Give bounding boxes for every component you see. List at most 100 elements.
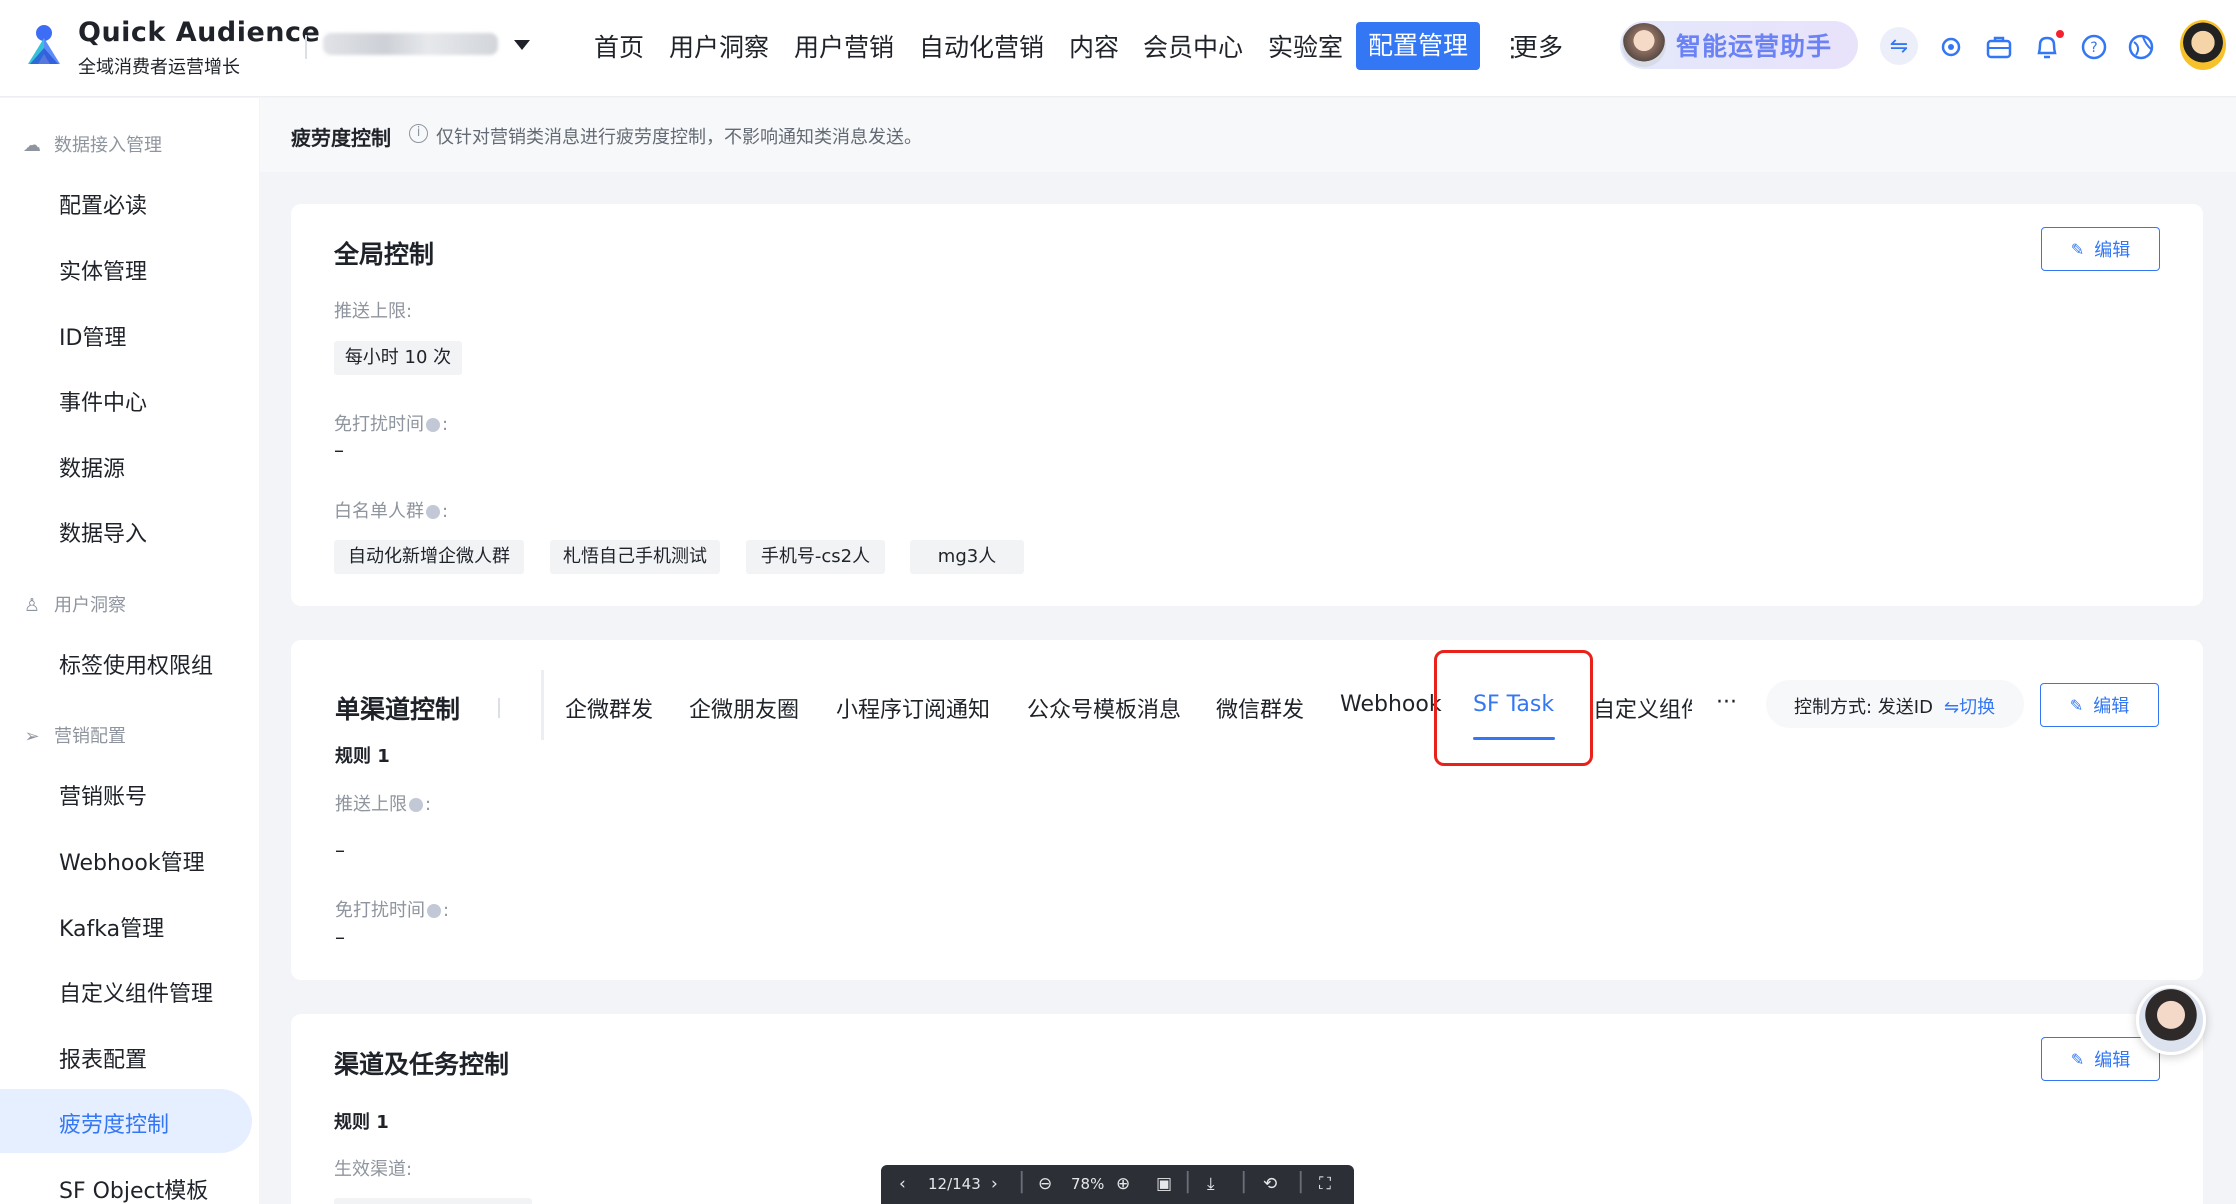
download-icon[interactable]: ⤓ xyxy=(1207,1174,1215,1194)
screenshot-icon[interactable]: ⛶ xyxy=(1319,1174,1331,1194)
sidebar-item-tag-permission[interactable]: 标签使用权限组 xyxy=(59,648,213,680)
tab-miniprogram-notice[interactable]: 小程序订阅通知 xyxy=(836,692,990,724)
nav-automation-marketing[interactable]: 自动化营销 xyxy=(919,30,1044,66)
push-limit-label: 推送上限: xyxy=(334,301,413,322)
sidebar-item-kafka[interactable]: Kafka管理 xyxy=(59,911,164,943)
info-icon xyxy=(427,904,441,918)
nav-user-marketing[interactable]: 用户营销 xyxy=(794,30,894,66)
info-icon xyxy=(409,798,423,812)
sidebar-item-id[interactable]: ID管理 xyxy=(59,320,126,352)
single-channel-title: 单渠道控制 xyxy=(335,695,461,724)
push-limit-label: 推送上限: xyxy=(335,794,432,815)
assistant-avatar xyxy=(1622,23,1666,67)
dnd-label: 免打扰时间: xyxy=(334,414,449,435)
prev-page-icon[interactable]: ‹ xyxy=(899,1174,906,1194)
send-icon: ➢ xyxy=(24,726,40,747)
globe-icon[interactable] xyxy=(2125,31,2157,63)
switch-label: 切换 xyxy=(1959,697,1996,718)
highlight-annotation-box xyxy=(1434,650,1593,766)
ai-assistant-label: 智能运营助手 xyxy=(1676,32,1833,61)
page-title: 疲劳度控制 xyxy=(291,126,391,150)
fit-page-icon[interactable]: ▣ xyxy=(1156,1174,1172,1194)
user-avatar[interactable] xyxy=(2180,20,2226,70)
sidebar-item-events[interactable]: 事件中心 xyxy=(59,385,147,417)
tab-custom-component[interactable]: 自定义组件 xyxy=(1593,692,1692,724)
pdf-viewer-toolbar: ‹ 12/143 › | ⊖ 78% ⊕ ▣ | ⤓ | ⟲ | ⛶ xyxy=(881,1165,1354,1204)
switch-icon[interactable]: ⇋ xyxy=(1883,31,1915,63)
whitelist-tag: 札悟自己手机测试 xyxy=(550,540,720,574)
nav-member-center[interactable]: 会员中心 xyxy=(1143,30,1243,66)
push-limit-value: – xyxy=(335,838,345,862)
settings-icon[interactable] xyxy=(1935,31,1967,63)
sidebar-item-config-guide[interactable]: 配置必读 xyxy=(59,188,147,220)
toolbar-divider: | xyxy=(1184,1169,1192,1194)
rule-title: 规则 1 xyxy=(335,746,390,767)
toolbar-divider: | xyxy=(1018,1169,1026,1194)
push-limit-tag: 每小时 10 次 xyxy=(334,341,462,375)
sidebar-item-entity[interactable]: 实体管理 xyxy=(59,254,147,286)
channel-task-title: 渠道及任务控制 xyxy=(334,1050,510,1079)
sidebar-group-label: 用户洞察 xyxy=(54,595,126,616)
next-page-icon[interactable]: › xyxy=(991,1174,998,1194)
sidebar-group-label: 营销配置 xyxy=(54,726,126,747)
dnd-value: – xyxy=(334,438,344,462)
whitelist-label: 白名单人群: xyxy=(334,501,449,522)
sidebar-group-user-insight: ♙ 用户洞察 xyxy=(22,591,126,617)
info-icon xyxy=(426,505,440,519)
tab-wecom-moments[interactable]: 企微朋友圈 xyxy=(689,692,799,724)
quick-audience-logo-icon[interactable] xyxy=(20,24,68,70)
zoom-out-icon[interactable]: ⊖ xyxy=(1038,1174,1052,1194)
effective-channel-label: 生效渠道: xyxy=(334,1159,413,1180)
tabs-divider xyxy=(541,670,544,740)
nav-user-insight[interactable]: 用户洞察 xyxy=(669,30,769,66)
tab-webhook[interactable]: Webhook xyxy=(1340,692,1442,717)
global-edit-button[interactable]: ✎ 编辑 xyxy=(2041,227,2160,271)
nav-more[interactable]: 更多 xyxy=(1513,30,1563,66)
nav-content[interactable]: 内容 xyxy=(1069,30,1119,66)
channel-edit-button[interactable]: ✎ 编辑 xyxy=(2040,683,2159,727)
tab-official-template[interactable]: 公众号模板消息 xyxy=(1027,692,1181,724)
edit-icon: ✎ xyxy=(2069,695,2084,715)
edit-label: 编辑 xyxy=(2094,1050,2131,1071)
sidebar-item-fatigue-control-label[interactable]: 疲劳度控制 xyxy=(59,1107,169,1139)
nav-home[interactable]: 首页 xyxy=(594,30,644,66)
tabs-more-icon[interactable]: ··· xyxy=(1716,690,1737,715)
briefcase-icon[interactable] xyxy=(1983,31,2015,63)
control-mode-label: 控制方式: 发送ID xyxy=(1794,697,1933,718)
dnd-label: 免打扰时间: xyxy=(335,900,450,921)
sidebar-item-datasource[interactable]: 数据源 xyxy=(59,451,125,483)
help-icon[interactable]: ? xyxy=(2078,31,2110,63)
sidebar-item-marketing-account[interactable]: 营销账号 xyxy=(59,779,147,811)
edit-icon: ✎ xyxy=(2070,1049,2085,1069)
nav-config-management[interactable]: 配置管理 xyxy=(1356,22,1480,70)
app-name: Quick Audience xyxy=(78,17,321,48)
header-divider xyxy=(305,35,307,59)
floating-assistant-avatar[interactable] xyxy=(2136,985,2206,1055)
sidebar-item-webhook[interactable]: Webhook管理 xyxy=(59,845,205,877)
switch-control-mode-link[interactable]: ⇋切换 xyxy=(1944,693,1995,719)
caret-down-icon[interactable] xyxy=(514,40,530,50)
rule-title: 规则 1 xyxy=(334,1112,389,1133)
sidebar-item-custom-component[interactable]: 自定义组件管理 xyxy=(59,976,213,1008)
edit-label: 编辑 xyxy=(2093,696,2130,717)
nav-lab[interactable]: 实验室 xyxy=(1268,30,1343,66)
tenant-selector-redacted[interactable] xyxy=(323,33,498,55)
zoom-in-icon[interactable]: ⊕ xyxy=(1116,1174,1130,1194)
svg-text:?: ? xyxy=(2090,40,2097,56)
rotate-icon[interactable]: ⟲ xyxy=(1263,1174,1277,1194)
tab-wecom-group-send[interactable]: 企微群发 xyxy=(565,692,653,724)
effective-channel-tag xyxy=(334,1198,532,1204)
sidebar-item-data-import[interactable]: 数据导入 xyxy=(59,516,147,548)
edit-label: 编辑 xyxy=(2094,240,2131,261)
user-icon: ♙ xyxy=(23,595,41,616)
global-control-title: 全局控制 xyxy=(334,240,435,269)
dnd-value: – xyxy=(335,925,345,949)
sidebar-group-data-access: ☁ 数据接入管理 xyxy=(22,131,162,157)
sidebar-item-report-config[interactable]: 报表配置 xyxy=(59,1042,147,1074)
tab-wechat-group-send[interactable]: 微信群发 xyxy=(1216,692,1304,724)
task-edit-button[interactable]: ✎ 编辑 xyxy=(2041,1037,2160,1081)
sidebar-item-sf-object-template[interactable]: SF Object模板 xyxy=(59,1173,208,1204)
edit-icon: ✎ xyxy=(2070,239,2085,259)
cloud-icon: ☁ xyxy=(23,135,41,156)
toolbar-divider: | xyxy=(1297,1169,1305,1194)
